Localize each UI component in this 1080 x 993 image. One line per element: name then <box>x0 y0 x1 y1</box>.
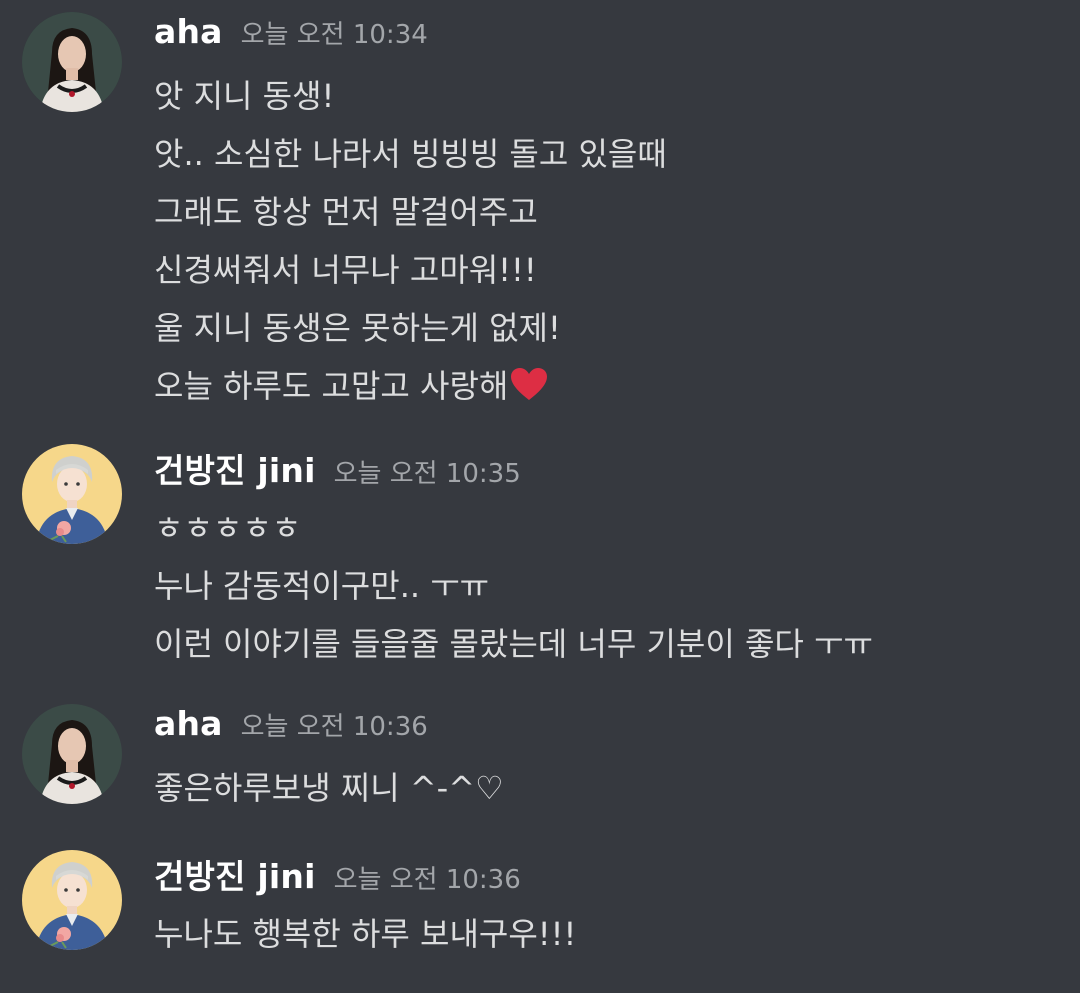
message-line: 누나 감동적이구만.. ㅜㅠ <box>154 567 490 605</box>
message-line: 누나도 행복한 하루 보내구우!!! <box>154 915 577 953</box>
message-line-with-emoji: 오늘 하루도 고맙고 사랑해 <box>154 357 667 415</box>
message-line: 신경써줘서 너무나 고마워!!! <box>154 251 537 289</box>
aha-profile-photo-icon[interactable] <box>22 704 122 804</box>
message-line: 앗.. 소심한 나라서 빙빙빙 돌고 있을때 <box>154 135 667 173</box>
message-line: 앗 지니 동생! <box>154 77 335 115</box>
message-body: 누나도 행복한 하루 보내구우!!! <box>154 905 576 963</box>
message-line: 좋은하루보냉 찌니 ^-^♡ <box>154 769 504 807</box>
author-name[interactable]: 건방진 jini <box>154 444 316 492</box>
message-line: 이런 이야기를 들을줄 몰랐는데 너무 기분이 좋다 ㅜㅠ <box>154 625 873 663</box>
message-header: aha 오늘 오전 10:36 <box>154 704 428 754</box>
message-line: ㅎㅎㅎㅎㅎ <box>154 509 302 547</box>
author-name[interactable]: aha <box>154 12 223 51</box>
message-body: 좋은하루보냉 찌니 ^-^♡ <box>154 759 504 817</box>
timestamp: 오늘 오전 10:36 <box>240 712 428 742</box>
jini-illustrated-avatar-icon[interactable] <box>22 850 122 950</box>
message-header: aha 오늘 오전 10:34 <box>154 12 428 62</box>
timestamp: 오늘 오전 10:35 <box>333 459 521 489</box>
jini-illustrated-avatar-icon[interactable] <box>22 444 122 544</box>
message-line: 그래도 항상 먼저 말걸어주고 <box>154 193 538 231</box>
red-heart-icon <box>510 361 548 419</box>
aha-profile-photo-icon[interactable] <box>22 12 122 112</box>
message-body: 앗 지니 동생! 앗.. 소심한 나라서 빙빙빙 돌고 있을때 그래도 항상 먼… <box>154 67 667 415</box>
timestamp: 오늘 오전 10:34 <box>240 20 428 50</box>
author-name[interactable]: 건방진 jini <box>154 850 316 898</box>
chat-message-list: aha 오늘 오전 10:34 앗 지니 동생! 앗.. 소심한 나라서 빙빙빙… <box>0 0 1080 993</box>
message-body: ㅎㅎㅎㅎㅎ 누나 감동적이구만.. ㅜㅠ 이런 이야기를 들을줄 몰랐는데 너무… <box>154 499 873 673</box>
message-line: 울 지니 동생은 못하는게 없제! <box>154 309 561 347</box>
message-line-text: 오늘 하루도 고맙고 사랑해 <box>154 367 509 405</box>
author-name[interactable]: aha <box>154 704 223 743</box>
message-header: 건방진 jini 오늘 오전 10:35 <box>154 444 521 494</box>
timestamp: 오늘 오전 10:36 <box>333 865 521 895</box>
message-header: 건방진 jini 오늘 오전 10:36 <box>154 850 521 900</box>
